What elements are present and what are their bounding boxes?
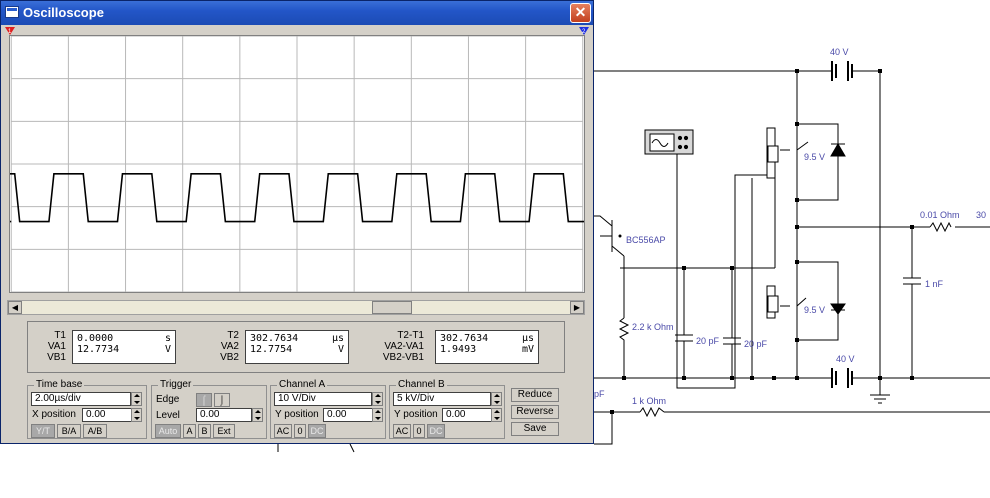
channel-b-ac-button[interactable]: AC: [393, 424, 411, 438]
channel-b-ypos-field[interactable]: 0.00: [442, 408, 492, 422]
readout-box-diff: 302.7634 µs 1.9493 mV: [435, 330, 539, 364]
channel-a-scale-spinner-icon[interactable]: [372, 392, 383, 406]
channel-b-ypos-spinner-icon[interactable]: [491, 408, 502, 422]
label-va2-va1: VA2-VA1: [384, 341, 424, 352]
va2-unit: V: [337, 344, 344, 355]
channel-a-ac-button[interactable]: AC: [274, 424, 292, 438]
close-button[interactable]: ✕: [570, 3, 591, 23]
label-40v-top: 40 V: [830, 47, 849, 57]
reverse-button[interactable]: Reverse: [511, 405, 559, 419]
horizontal-scrollbar[interactable]: ◀ ▶: [7, 300, 585, 315]
t2-unit: µs: [331, 333, 344, 344]
label-40v-bot: 40 V: [836, 354, 855, 364]
t2-value: 302.7634: [250, 333, 299, 344]
label-r001: 0.01 Ohm: [920, 210, 960, 220]
label-vb1: VB1: [47, 352, 66, 363]
falling-edge-icon[interactable]: ⌡: [214, 393, 230, 407]
channel-a-dc-button[interactable]: DC: [308, 424, 326, 438]
label-9v5-bot: 9.5 V: [804, 305, 825, 315]
readout-box-t1: 0.0000 s 12.7734 V: [72, 330, 176, 364]
rising-edge-icon[interactable]: ⌠: [196, 393, 212, 407]
label-va2: VA2: [220, 341, 239, 352]
timebase-scale-spinner-icon[interactable]: [131, 392, 142, 406]
scroll-right-arrow-icon[interactable]: ▶: [570, 301, 584, 314]
label-pf: pF: [594, 389, 605, 399]
t1-unit: s: [164, 333, 171, 344]
label-r30: 30: [976, 210, 986, 220]
ab-mode-button[interactable]: A/B: [83, 424, 107, 438]
label-r22k: 2.2 k Ohm: [632, 322, 674, 332]
va-diff-unit: mV: [521, 344, 534, 355]
scope-screen-area: 1 2: [3, 27, 591, 297]
oscilloscope-display[interactable]: [9, 35, 585, 293]
va1-unit: V: [164, 344, 171, 355]
title-bar[interactable]: Oscilloscope ✕: [1, 1, 593, 25]
trigger-b-button[interactable]: B: [198, 424, 211, 438]
save-button[interactable]: Save: [511, 422, 559, 436]
cursor-readout-panel: T1 VA1 VB1 0.0000 s 12.7734 V T2 VA2 VB2 3…: [27, 321, 565, 373]
label-t2-t1: T2-T1: [397, 330, 424, 341]
window-icon: [5, 6, 19, 18]
channel-a-zero-button[interactable]: 0: [294, 424, 306, 438]
scroll-left-arrow-icon[interactable]: ◀: [8, 301, 22, 314]
readout-labels-t1: T1 VA1 VB1: [30, 330, 66, 363]
trigger-level-field[interactable]: 0.00: [196, 408, 252, 422]
readout-labels-diff: T2-T1 VA2-VA1 VB2-VB1: [380, 330, 424, 363]
level-label: Level: [156, 410, 180, 421]
xpos-spinner-icon[interactable]: [131, 408, 142, 422]
edge-label: Edge: [156, 394, 180, 405]
ba-mode-button[interactable]: B/A: [57, 424, 81, 438]
va2-value: 12.7754: [250, 344, 293, 355]
trigger-title: Trigger: [158, 379, 194, 390]
trigger-group: Trigger Edge ⌠ ⌡ Level 0.00 Auto A B Ext: [151, 379, 267, 439]
va1-value: 12.7734: [77, 344, 120, 355]
label-t2: T2: [227, 330, 239, 341]
trigger-level-spinner-icon[interactable]: [252, 408, 263, 422]
channel-b-scale-spinner-icon[interactable]: [491, 392, 502, 406]
label-t1: T1: [54, 330, 66, 341]
channel-b-dc-button[interactable]: DC: [427, 424, 445, 438]
channel-a-scale-field[interactable]: 10 V/Div: [274, 392, 372, 406]
t-diff-unit: µs: [521, 333, 534, 344]
scroll-thumb[interactable]: [372, 301, 412, 314]
readout-labels-t2: T2 VA2 VB2: [203, 330, 239, 363]
timebase-scale-field[interactable]: 2.00µs/div: [31, 392, 131, 406]
label-vb2: VB2: [220, 352, 239, 363]
channel-a-title: Channel A: [277, 379, 328, 390]
timebase-title: Time base: [34, 379, 85, 390]
label-vb2-vb1: VB2-VB1: [382, 352, 424, 363]
label-transistor: BC556AP: [626, 235, 666, 245]
label-9v5-top: 9.5 V: [804, 152, 825, 162]
yt-mode-button[interactable]: Y/T: [31, 424, 55, 438]
window-title: Oscilloscope: [23, 5, 104, 20]
xpos-field[interactable]: 0.00: [82, 408, 132, 422]
trigger-ext-button[interactable]: Ext: [213, 424, 235, 438]
trigger-a-button[interactable]: A: [183, 424, 196, 438]
label-c20b: 20 pF: [744, 339, 768, 349]
t1-value: 0.0000: [77, 333, 114, 344]
control-panel: Time base 2.00µs/div X position 0.00 Y/T…: [27, 379, 567, 439]
channel-a-ypos-spinner-icon[interactable]: [372, 408, 383, 422]
xpos-label: X position: [32, 409, 76, 420]
label-va1: VA1: [47, 341, 66, 352]
channel-b-zero-button[interactable]: 0: [413, 424, 425, 438]
oscilloscope-window[interactable]: Oscilloscope ✕ 1 2 ◀ ▶ T1 VA1 VB1 0.0000…: [0, 0, 594, 444]
channel-b-title: Channel B: [396, 379, 447, 390]
channel-b-group: Channel B 5 kV/Div Y position 0.00 AC 0 …: [389, 379, 505, 439]
reduce-button[interactable]: Reduce: [511, 388, 559, 402]
t-diff-value: 302.7634: [440, 333, 489, 344]
channel-b-ypos-label: Y position: [394, 409, 438, 420]
trigger-auto-button[interactable]: Auto: [155, 424, 181, 438]
label-c1nf: 1 nF: [925, 279, 944, 289]
va-diff-value: 1.9493: [440, 344, 477, 355]
readout-box-t2: 302.7634 µs 12.7754 V: [245, 330, 349, 364]
label-c20a: 20 pF: [696, 336, 720, 346]
timebase-group: Time base 2.00µs/div X position 0.00 Y/T…: [27, 379, 147, 439]
channel-a-group: Channel A 10 V/Div Y position 0.00 AC 0 …: [270, 379, 386, 439]
channel-b-scale-field[interactable]: 5 kV/Div: [393, 392, 491, 406]
channel-a-ypos-field[interactable]: 0.00: [323, 408, 373, 422]
channel-a-ypos-label: Y position: [275, 409, 319, 420]
label-r1k: 1 k Ohm: [632, 396, 666, 406]
scope-grid: [10, 36, 584, 292]
